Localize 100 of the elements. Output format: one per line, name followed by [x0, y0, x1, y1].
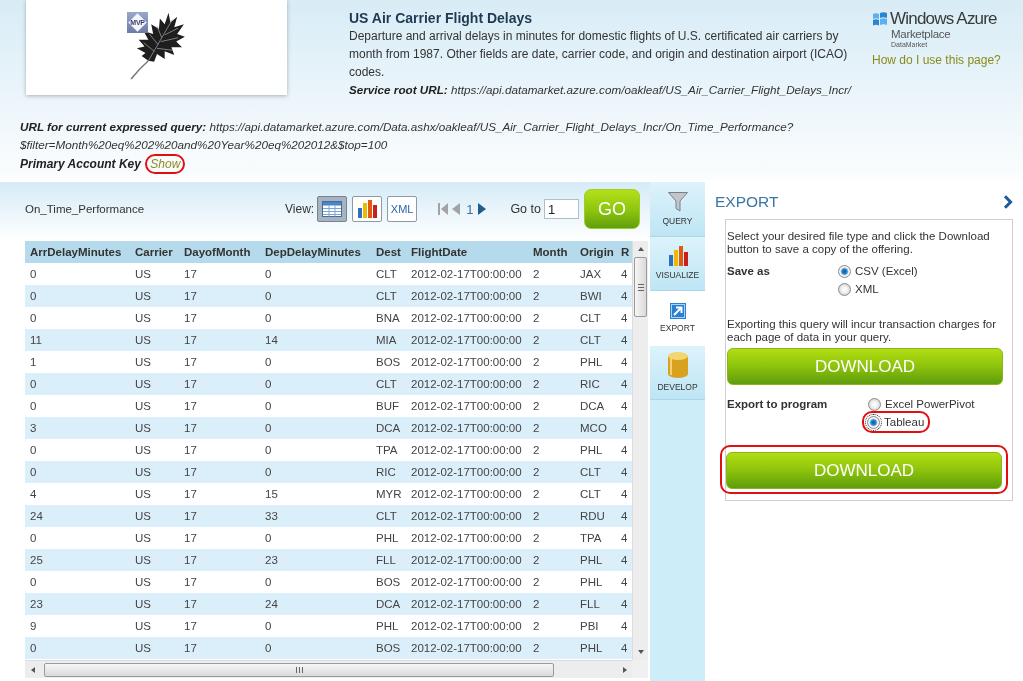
table-cell: CLT: [371, 263, 406, 285]
table-cell: 2: [528, 505, 575, 527]
show-link[interactable]: Show: [150, 157, 181, 171]
table-cell: MCO: [575, 417, 618, 439]
table-cell: 2012-02-17T00:00:00: [406, 549, 528, 571]
table-cell: 33: [260, 505, 371, 527]
table-cell: 2012-02-17T00:00:00: [406, 417, 528, 439]
table-cell: PHL: [575, 571, 618, 593]
table-cell: CLT: [371, 285, 406, 307]
option-group-label: Save as: [727, 264, 771, 279]
radio-label[interactable]: Excel PowerPivot: [885, 395, 975, 413]
dataset-name: On_Time_Performance: [25, 203, 146, 215]
table-cell: 4: [618, 351, 632, 373]
table-cell: 2012-02-17T00:00:00: [406, 329, 528, 351]
table-cell: 2012-02-17T00:00:00: [406, 483, 528, 505]
table-cell: 4: [618, 505, 632, 527]
table-cell: US: [130, 417, 179, 439]
table-cell: 17: [179, 615, 260, 637]
table-cell: RIC: [575, 373, 618, 395]
page-number: 1: [466, 201, 474, 217]
chevron-right-icon[interactable]: [1003, 195, 1013, 209]
table-cell: BOS: [371, 351, 406, 373]
table-cell: US: [130, 307, 179, 329]
side-tab[interactable]: EXPORT: [650, 291, 705, 346]
bar-chart-icon: [667, 246, 688, 267]
table-cell: FLL: [575, 593, 618, 615]
side-tab[interactable]: DEVELOP: [650, 345, 705, 400]
table-cell: 2: [528, 549, 575, 571]
table-cell: US: [130, 263, 179, 285]
table-cell: 2: [528, 395, 575, 417]
table-icon: [322, 201, 343, 217]
table-cell: 2: [528, 439, 575, 461]
table-cell: 2: [528, 571, 575, 593]
table-cell: 2012-02-17T00:00:00: [406, 395, 528, 417]
view-button[interactable]: [352, 196, 383, 222]
table-cell: 17: [179, 351, 260, 373]
table-cell: 24: [25, 505, 130, 527]
table-cell: JAX: [575, 263, 618, 285]
table-cell: 3: [25, 417, 130, 439]
horizontal-scrollbar[interactable]: [25, 660, 632, 678]
table-cell: PBI: [575, 615, 618, 637]
radio-label[interactable]: Tableau: [884, 413, 925, 431]
windows-flag-icon: [872, 12, 888, 27]
table-cell: BWI: [575, 285, 618, 307]
side-tab[interactable]: QUERY: [650, 182, 705, 237]
table-cell: PHL: [371, 615, 406, 637]
table-cell: US: [130, 593, 179, 615]
table-cell: CLT: [575, 461, 618, 483]
table-cell: 0: [260, 571, 371, 593]
radio-label[interactable]: XML: [855, 280, 879, 298]
table-cell: CLT: [575, 329, 618, 351]
table-cell: 0: [260, 461, 371, 483]
side-tab[interactable]: VISUALIZE: [650, 236, 705, 291]
table-cell: 4: [618, 637, 632, 659]
table-cell: 15: [260, 483, 371, 505]
table-cell: 0: [25, 461, 130, 483]
table-cell: 0: [25, 395, 130, 417]
column-header: ArrDelayMinutes: [25, 241, 130, 263]
radio-button[interactable]: [867, 415, 880, 429]
column-header: DepDelayMinutes: [260, 241, 371, 263]
option-group-label: Export to program: [727, 397, 829, 412]
table-cell: 23: [25, 593, 130, 615]
table-cell: 25: [25, 549, 130, 571]
table-cell: 2012-02-17T00:00:00: [406, 571, 528, 593]
table-cell: US: [130, 615, 179, 637]
table-cell: TPA: [575, 527, 618, 549]
table-cell: 0: [260, 615, 371, 637]
table-cell: 17: [179, 439, 260, 461]
table-cell: 0: [25, 637, 130, 659]
column-header: Dest: [371, 241, 406, 263]
table-cell: 0: [260, 351, 371, 373]
table-cell: 2012-02-17T00:00:00: [406, 351, 528, 373]
table-cell: US: [130, 571, 179, 593]
table-cell: BOS: [371, 571, 406, 593]
page-input[interactable]: 1: [543, 199, 579, 219]
brand-product: Marketplace: [891, 28, 952, 40]
table-cell: RIC: [371, 461, 406, 483]
radio-button[interactable]: [838, 282, 851, 296]
table-cell: 24: [260, 593, 371, 615]
table-cell: 11: [25, 329, 130, 351]
table-cell: 17: [179, 505, 260, 527]
radio-button[interactable]: [868, 397, 881, 411]
charge-note: Exporting this query will incur transaction charges for each page of data in your query.: [727, 318, 997, 344]
view-button[interactable]: [317, 196, 348, 222]
radio-label[interactable]: CSV (Excel): [855, 262, 918, 280]
column-header: R: [618, 241, 632, 263]
view-button[interactable]: XML: [387, 196, 418, 222]
table-cell: 4: [618, 285, 632, 307]
table-cell: PHL: [575, 439, 618, 461]
table-cell: 17: [179, 571, 260, 593]
column-header: DayofMonth: [179, 241, 260, 263]
next-page-icon[interactable]: [478, 203, 487, 215]
table-cell: 2012-02-17T00:00:00: [406, 615, 528, 637]
table-cell: 0: [25, 263, 130, 285]
table-cell: 0: [260, 285, 371, 307]
table-cell: 2: [528, 637, 575, 659]
table-cell: 17: [179, 307, 260, 329]
vertical-scrollbar[interactable]: [632, 241, 648, 660]
radio-button[interactable]: [838, 264, 851, 278]
table-cell: 2012-02-17T00:00:00: [406, 637, 528, 659]
